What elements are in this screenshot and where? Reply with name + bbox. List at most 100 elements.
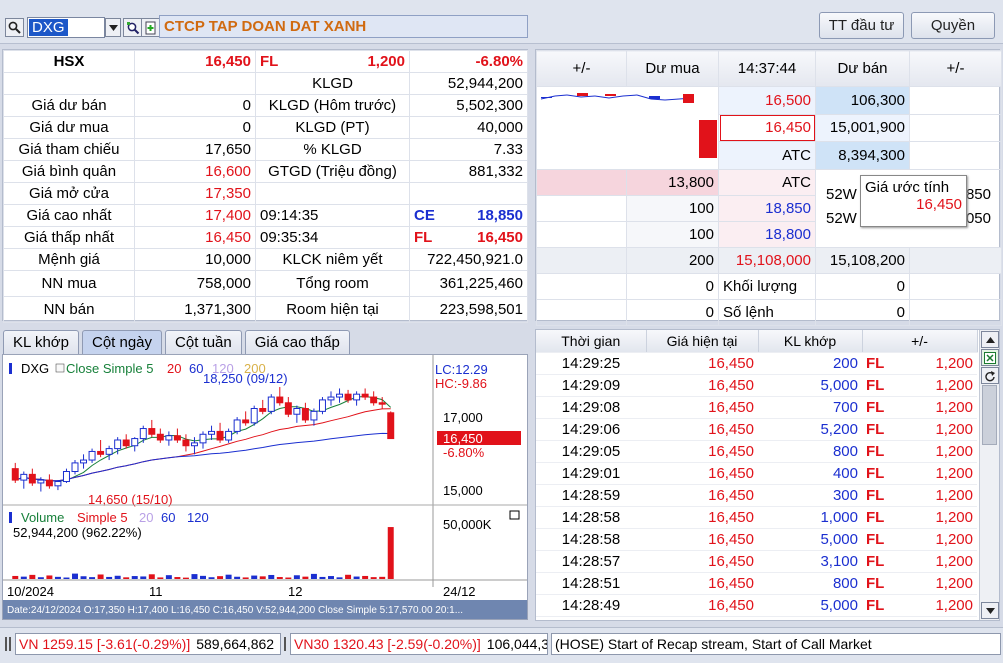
trades-header[interactable]: Giá hiện tại bbox=[646, 330, 759, 353]
trades-scrollbar[interactable] bbox=[979, 330, 999, 620]
trades-header[interactable]: Thời gian bbox=[536, 330, 647, 353]
trade-volume: 700 bbox=[758, 396, 862, 419]
trade-rows: 14:29:25 16,450 200 FL 1,200 14:29:09 16,450 5,… bbox=[536, 352, 977, 617]
ticker-handle-icon[interactable] bbox=[5, 637, 11, 651]
volume-bar bbox=[123, 577, 130, 579]
intraday-line bbox=[664, 98, 680, 101]
trade-row[interactable]: 14:28:58 16,450 1,000 FL 1,200 bbox=[536, 506, 977, 529]
export-excel-icon[interactable] bbox=[981, 349, 999, 366]
depth-header: Dư bán bbox=[815, 50, 910, 87]
bid-volume: 100 bbox=[626, 195, 719, 222]
volume-bar bbox=[319, 576, 326, 579]
volume-bar bbox=[387, 527, 394, 579]
trade-row[interactable]: 14:29:05 16,450 800 FL 1,200 bbox=[536, 440, 977, 463]
intraday-chart-svg bbox=[540, 93, 717, 158]
trade-time: 14:29:08 bbox=[536, 396, 646, 419]
candle bbox=[242, 411, 250, 426]
klgd-label: KLGD bbox=[255, 72, 410, 95]
orders-right: 0 bbox=[815, 299, 910, 326]
candle bbox=[387, 411, 395, 440]
trade-change: 1,200 bbox=[935, 574, 973, 592]
info-label: Giá mở cửa bbox=[3, 182, 135, 205]
volume-bar bbox=[242, 577, 249, 579]
chart-footer-text: Date:24/12/2024 O:17,350 H:17,400 L:16,4… bbox=[7, 605, 463, 616]
trade-row[interactable]: 14:28:57 16,450 3,100 FL 1,200 bbox=[536, 550, 977, 573]
vn30-value: VN30 1320.43 [-2.59(-0.20%)] bbox=[294, 636, 481, 652]
investment-info-button[interactable]: TT đầu tư bbox=[819, 12, 904, 39]
rights-button[interactable]: Quyền bbox=[911, 12, 995, 39]
volume-bar bbox=[362, 575, 369, 579]
avg-price: 16,600 bbox=[134, 160, 256, 183]
candlestick-chart[interactable]: DXG Close Simple 5 20 60 120 200 18,250 … bbox=[3, 355, 527, 619]
symbol-input[interactable]: DXG bbox=[27, 17, 105, 38]
info-label: Giá dư bán bbox=[3, 94, 135, 117]
order-depth-panel: +/- Dư mua 14:37:44 Dư bán +/- 16,500 10… bbox=[535, 49, 1002, 326]
trade-price: 16,450 bbox=[646, 418, 758, 441]
info-label: Giá bình quân bbox=[3, 160, 135, 183]
trade-row[interactable]: 14:29:01 16,450 400 FL 1,200 bbox=[536, 462, 977, 485]
trade-row[interactable]: 14:28:49 16,450 5,000 FL 1,200 bbox=[536, 594, 977, 617]
floor-tag: FL bbox=[260, 53, 279, 70]
exchange-label: HSX bbox=[3, 50, 135, 73]
volume-legend: Volume bbox=[21, 510, 64, 525]
add-watchlist-icon[interactable] bbox=[141, 18, 160, 37]
trade-row[interactable]: 14:28:51 16,450 800 FL 1,200 bbox=[536, 572, 977, 595]
tab-kl-khop[interactable]: KL khớp bbox=[3, 330, 79, 354]
candle bbox=[199, 431, 207, 449]
price-change: 1,200 bbox=[367, 53, 405, 70]
scroll-thumb[interactable] bbox=[982, 385, 997, 445]
trade-change: 1,200 bbox=[935, 486, 973, 504]
candle bbox=[156, 428, 164, 443]
trade-row[interactable]: 14:29:09 16,450 5,000 FL 1,200 bbox=[536, 374, 977, 397]
trade-change: 1,200 bbox=[935, 530, 973, 548]
dropdown-arrow-icon[interactable] bbox=[105, 18, 121, 37]
current-room-value: 223,598,501 bbox=[409, 296, 528, 323]
candle bbox=[139, 425, 147, 443]
intraday-candle bbox=[683, 94, 694, 103]
bid-volume: 13,800 bbox=[626, 169, 719, 196]
trade-row[interactable]: 14:29:25 16,450 200 FL 1,200 bbox=[536, 352, 977, 375]
tab-gia-cao-thap[interactable]: Giá cao thấp bbox=[244, 330, 350, 354]
floor-cell: FL 16,450 bbox=[409, 226, 528, 249]
volume-period: 60 bbox=[161, 510, 175, 525]
refresh-icon[interactable] bbox=[981, 367, 999, 384]
tab-cot-tuan[interactable]: Cột tuần bbox=[165, 330, 242, 354]
trades-header[interactable]: KL khớp bbox=[758, 330, 863, 353]
pct-klgd-value: 7.33 bbox=[409, 138, 528, 161]
trade-change: 1,200 bbox=[935, 596, 973, 614]
scroll-up-icon[interactable] bbox=[981, 331, 999, 348]
stock-info-panel: HSX 16,450 FL 1,200 -6.80% KLGD 52,944,2… bbox=[2, 49, 528, 323]
trade-row[interactable]: 14:29:06 16,450 5,200 FL 1,200 bbox=[536, 418, 977, 441]
bid-price: 18,800 bbox=[718, 221, 816, 248]
volume-period: 120 bbox=[187, 510, 209, 525]
volume-bar bbox=[225, 574, 232, 579]
candle bbox=[11, 462, 19, 483]
candle bbox=[336, 388, 344, 403]
candle bbox=[71, 460, 79, 475]
trade-row[interactable]: 14:28:59 16,450 300 FL 1,200 bbox=[536, 484, 977, 507]
trade-time: 14:28:58 bbox=[536, 528, 646, 551]
candle bbox=[225, 428, 233, 443]
candle bbox=[276, 387, 284, 406]
find-symbol-icon[interactable] bbox=[123, 18, 142, 37]
search-icon[interactable] bbox=[5, 18, 24, 37]
intraday-candle bbox=[577, 93, 588, 96]
tab-cot-ngay[interactable]: Cột ngày bbox=[81, 330, 163, 354]
high-price: 17,400 bbox=[134, 204, 256, 227]
trade-row[interactable]: 14:29:08 16,450 700 FL 1,200 bbox=[536, 396, 977, 419]
depth-time: 14:37:44 bbox=[718, 50, 816, 87]
trade-tag: FL bbox=[866, 574, 885, 592]
tooltip-label: Giá ước tính bbox=[865, 179, 950, 196]
volume-close-icon[interactable] bbox=[509, 510, 520, 520]
trade-change-cell: FL 1,200 bbox=[862, 572, 977, 595]
klgd-prev-value: 5,502,300 bbox=[409, 94, 528, 117]
trade-row[interactable]: 14:28:58 16,450 5,000 FL 1,200 bbox=[536, 528, 977, 551]
scroll-down-icon[interactable] bbox=[981, 602, 999, 619]
trade-time: 14:28:58 bbox=[536, 506, 646, 529]
volume-bar bbox=[200, 575, 206, 579]
volume-tick: 50,000K bbox=[443, 517, 492, 532]
sum-ask-volume: 15,108,200 bbox=[815, 247, 910, 274]
intraday-candle bbox=[649, 96, 660, 99]
trades-header[interactable]: +/- bbox=[862, 330, 978, 353]
bid-atc-label: ATC bbox=[718, 169, 816, 196]
